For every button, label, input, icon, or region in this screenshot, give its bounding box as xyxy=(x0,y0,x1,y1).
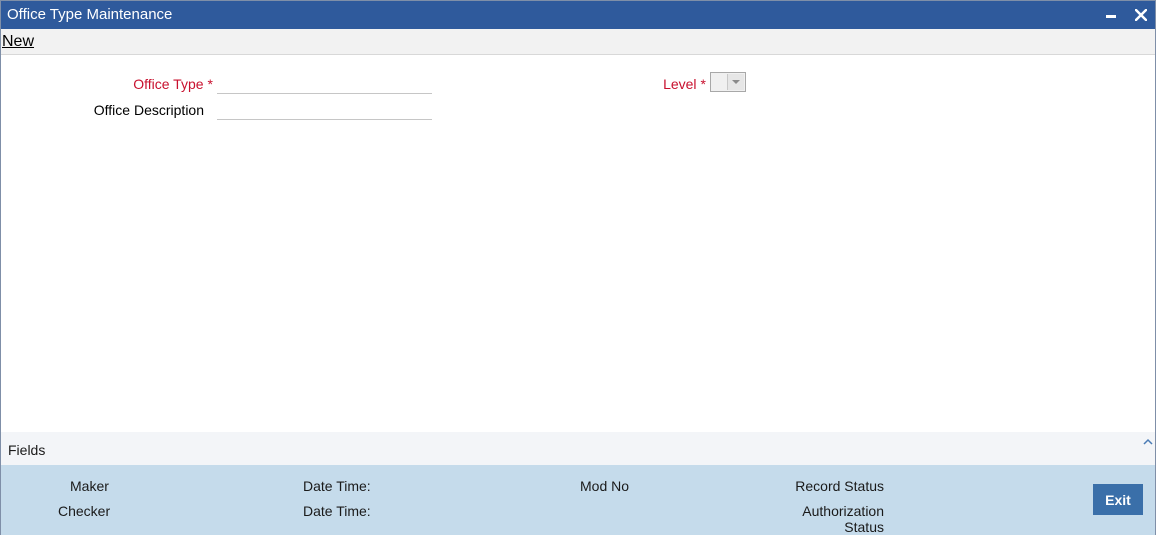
office-type-label-text: Office Type xyxy=(133,76,204,92)
authorization-status-label-line2: Status xyxy=(844,519,884,535)
fields-section-header[interactable]: Fields xyxy=(1,432,1155,465)
office-description-label: Office Description xyxy=(93,102,204,118)
level-label-text: Level xyxy=(663,76,697,92)
title-bar: Office Type Maintenance xyxy=(1,1,1155,29)
minimize-icon[interactable] xyxy=(1101,4,1121,24)
fields-section-label: Fields xyxy=(8,442,46,458)
authorization-status-label-line1: Authorization xyxy=(802,503,884,519)
window-title: Office Type Maintenance xyxy=(7,6,173,23)
level-select[interactable] xyxy=(710,72,746,92)
required-marker: * xyxy=(207,76,213,92)
office-type-maintenance-window: Office Type Maintenance New Office Type *… xyxy=(0,0,1156,535)
maker-label: Maker xyxy=(70,478,109,494)
close-icon-glyph xyxy=(1135,9,1147,21)
office-description-input[interactable] xyxy=(217,100,432,120)
new-link[interactable]: New xyxy=(2,33,34,51)
mod-no-label: Mod No xyxy=(580,478,630,494)
menu-bar: New xyxy=(1,29,1155,55)
required-marker: * xyxy=(700,76,706,92)
checker-label: Checker xyxy=(58,503,111,519)
office-type-label: Office Type * xyxy=(133,76,213,92)
office-type-input[interactable] xyxy=(217,74,432,94)
checker-datetime-label: Date Time: xyxy=(303,503,371,519)
maker-datetime-label: Date Time: xyxy=(303,478,371,494)
exit-button[interactable]: Exit xyxy=(1093,484,1143,515)
level-label: Level * xyxy=(663,76,706,92)
close-icon[interactable] xyxy=(1131,4,1151,24)
chevron-up-icon[interactable] xyxy=(1142,437,1154,447)
chevron-down-icon[interactable] xyxy=(727,74,744,90)
record-status-label: Record Status xyxy=(795,478,884,494)
audit-footer: Maker Checker Date Time: Date Time: Mod … xyxy=(1,465,1155,535)
